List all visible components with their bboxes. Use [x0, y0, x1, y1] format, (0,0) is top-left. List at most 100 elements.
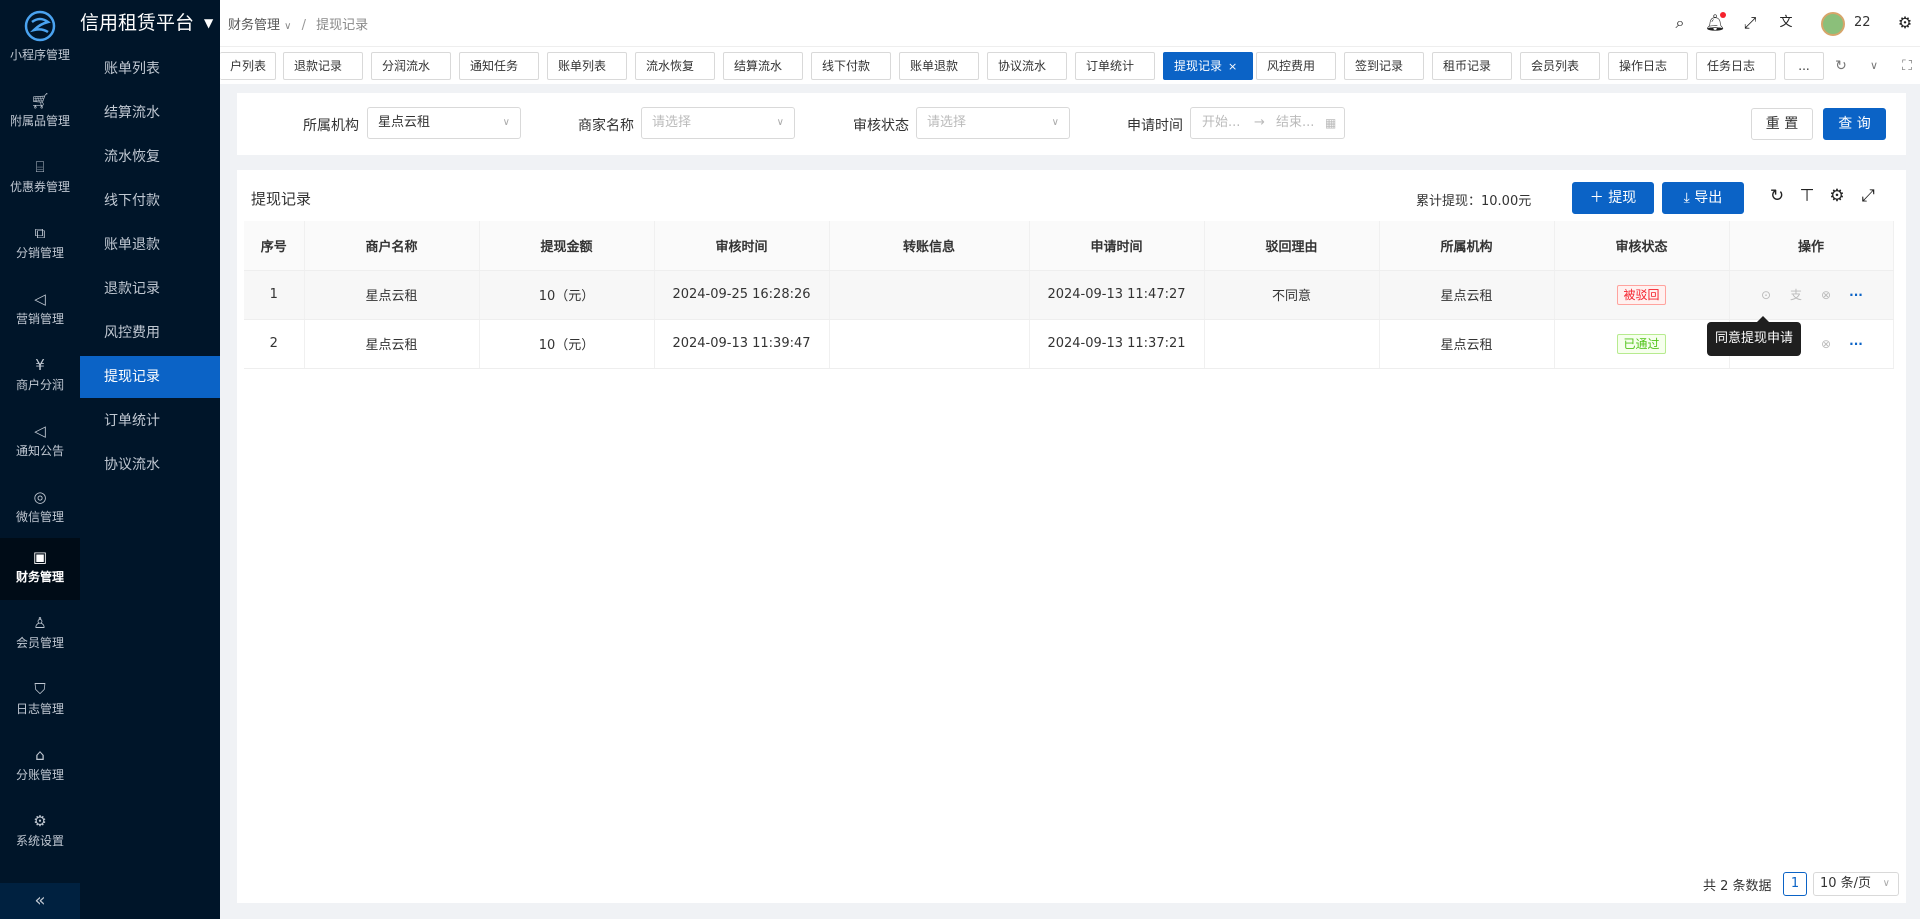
date-label: 申请时间	[1127, 118, 1183, 134]
more-icon[interactable]: ···	[1846, 337, 1866, 351]
submenu-item[interactable]: 账单列表	[80, 48, 220, 90]
table-row[interactable]: 2 星点云租 10（元） 2024-09-13 11:39:47 2024-09…	[244, 319, 1894, 369]
rail-item-notices[interactable]: ◁ 通知公告	[0, 412, 80, 474]
tab-item[interactable]: 订单统计	[1075, 52, 1155, 80]
rail-item-coupons[interactable]: ⌸ 优惠券管理	[0, 148, 80, 210]
tab-item[interactable]: 通知任务	[459, 52, 539, 80]
submenu-item[interactable]: 结算流水	[80, 92, 220, 134]
breadcrumb-separator: /	[301, 18, 307, 33]
pay-icon[interactable]: 支	[1786, 286, 1806, 303]
column-header: 审核时间	[654, 221, 830, 271]
page-number-button[interactable]: 1	[1783, 872, 1807, 896]
submenu-item[interactable]: 退款记录	[80, 268, 220, 310]
chevron-down-icon[interactable]: ∨	[1863, 55, 1885, 77]
search-icon[interactable]: ⌕	[1669, 12, 1691, 34]
rail-item-mini-program[interactable]: 小程序管理	[0, 42, 80, 64]
merchant-select[interactable]: 请选择 ∨	[641, 107, 795, 139]
cart-icon: 🛒︎	[30, 92, 50, 110]
collapse-sidebar-button[interactable]: «	[0, 883, 80, 919]
date-range-picker[interactable]: 开始... → 结束... ▦	[1190, 107, 1345, 139]
tab-more[interactable]: ...	[1784, 52, 1824, 80]
search-button[interactable]: 查 询	[1823, 108, 1886, 140]
tab-item[interactable]: 签到记录	[1344, 52, 1424, 80]
column-height-icon[interactable]: ⊤	[1795, 184, 1819, 208]
tab-item[interactable]: 会员列表	[1520, 52, 1600, 80]
bell-icon[interactable]: 🔔︎	[1704, 12, 1726, 34]
settings-gear-icon[interactable]: ⚙	[1894, 12, 1916, 34]
rail-item-split[interactable]: ⌂ 分账管理	[0, 736, 80, 798]
close-icon[interactable]: ×	[1228, 60, 1237, 73]
reject-icon[interactable]: ⊗	[1816, 337, 1836, 351]
submenu-item[interactable]: 订单统计	[80, 400, 220, 442]
page-size-select[interactable]: 10 条/页 ∨	[1813, 872, 1899, 896]
tab-item[interactable]: 账单列表	[547, 52, 627, 80]
rail-item-logs[interactable]: ⛉ 日志管理	[0, 670, 80, 732]
tab-item[interactable]: 户列表	[220, 52, 276, 80]
rail-item-merchant-profit[interactable]: ¥ 商户分润	[0, 346, 80, 408]
tab-item[interactable]: 风控费用	[1256, 52, 1336, 80]
submenu-item[interactable]: 流水恢复	[80, 136, 220, 178]
rail-item-settings[interactable]: ⚙ 系统设置	[0, 802, 80, 864]
breadcrumb-current: 提现记录	[316, 18, 369, 33]
translate-icon[interactable]: 文	[1775, 12, 1797, 34]
shield-icon: ⛉	[34, 680, 46, 698]
cell-transfer	[829, 270, 1030, 320]
rail-item-distribution[interactable]: ⧉ 分销管理	[0, 214, 80, 276]
rail-item-marketing[interactable]: ◁ 营销管理	[0, 280, 80, 342]
status-badge: 被驳回	[1617, 284, 1666, 305]
column-header: 商户名称	[304, 221, 480, 271]
rail-item-members[interactable]: ♙ 会员管理	[0, 604, 80, 666]
tab-item[interactable]: 分润流水	[371, 52, 451, 80]
approve-icon[interactable]: ⊙	[1756, 288, 1776, 302]
submenu-item[interactable]: 线下付款	[80, 180, 220, 222]
refresh-icon[interactable]: ↻	[1830, 55, 1852, 77]
cell-apply-time: 2024-09-13 11:37:21	[1029, 319, 1205, 369]
rail-item-finance[interactable]: ▣ 财务管理	[0, 538, 80, 600]
status-select[interactable]: 请选择 ∨	[916, 107, 1070, 139]
expand-icon[interactable]: ⛶	[1896, 55, 1918, 77]
submenu-item[interactable]: 账单退款	[80, 224, 220, 266]
refresh-icon[interactable]: ↻	[1765, 184, 1789, 208]
settings-icon[interactable]: ⚙	[1825, 184, 1849, 208]
tab-item[interactable]: 协议流水	[987, 52, 1067, 80]
submenu-item-active[interactable]: 提现记录	[80, 356, 220, 398]
tab-item[interactable]: 任务日志	[1696, 52, 1776, 80]
tab-item[interactable]: 操作日志	[1608, 52, 1688, 80]
more-icon[interactable]: ···	[1846, 288, 1866, 302]
avatar[interactable]	[1821, 12, 1845, 36]
megaphone-icon: ◁	[34, 290, 46, 308]
org-label: 所属机构	[303, 118, 359, 134]
reject-icon[interactable]: ⊗	[1816, 288, 1836, 302]
cell-status: 被驳回	[1554, 270, 1730, 320]
tab-item[interactable]: 结算流水	[723, 52, 803, 80]
gift-icon: ⌸	[35, 158, 45, 176]
column-header: 提现金额	[479, 221, 655, 271]
submenu-item[interactable]: 协议流水	[80, 444, 220, 486]
reset-button[interactable]: 重 置	[1751, 108, 1813, 140]
pin-icon[interactable]: ▼	[204, 0, 213, 46]
fullscreen-icon[interactable]: ⤢	[1739, 12, 1761, 34]
tab-item[interactable]: 账单退款	[899, 52, 979, 80]
tab-item[interactable]: 租币记录	[1432, 52, 1512, 80]
tab-item-active[interactable]: 提现记录 ×	[1163, 52, 1253, 80]
pagination-total: 共 2 条数据	[1703, 879, 1772, 894]
rail-item-wechat[interactable]: ◎ 微信管理	[0, 478, 80, 540]
merchant-label: 商家名称	[578, 118, 634, 134]
column-header: 转账信息	[829, 221, 1030, 271]
gear-icon: ⚙	[33, 812, 47, 830]
breadcrumb-parent[interactable]: 财务管理	[228, 18, 280, 33]
tab-item[interactable]: 线下付款	[811, 52, 891, 80]
date-end[interactable]: 结束...	[1276, 108, 1314, 138]
table-row[interactable]: 1 星点云租 10（元） 2024-09-25 16:28:26 2024-09…	[244, 270, 1894, 320]
fullscreen-icon[interactable]: ⤢	[1856, 184, 1880, 208]
rail-item-accessories[interactable]: 🛒︎ 附属品管理	[0, 82, 80, 144]
tab-item[interactable]: 退款记录	[283, 52, 363, 80]
breadcrumb: 财务管理 ∨ / 提现记录	[228, 14, 368, 33]
export-button[interactable]: ⤓ 导出	[1662, 182, 1744, 214]
withdraw-button[interactable]: ＋ 提现	[1572, 182, 1654, 214]
tab-item[interactable]: 流水恢复	[635, 52, 715, 80]
submenu-item[interactable]: 风控费用	[80, 312, 220, 354]
date-start[interactable]: 开始...	[1202, 108, 1240, 138]
org-select[interactable]: 星点云租 ∨	[367, 107, 521, 139]
user-name[interactable]: 22	[1854, 15, 1871, 30]
